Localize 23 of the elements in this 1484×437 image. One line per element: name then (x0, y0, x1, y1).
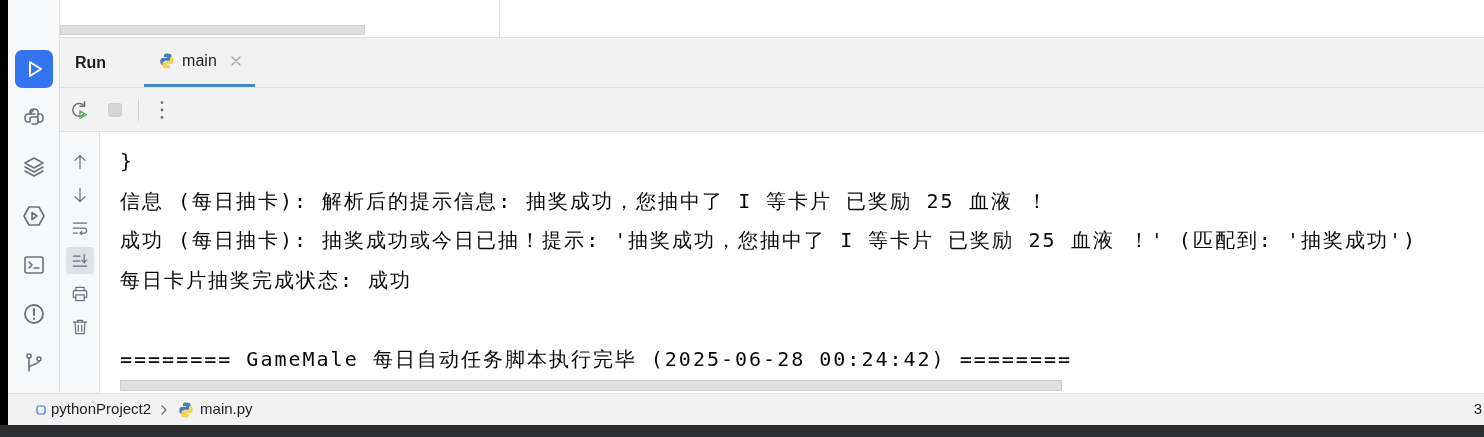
console-line: ======== GameMale 每日自动任务脚本执行完毕 (2025-06-28 00:24:42) ======== (120, 345, 1073, 373)
more-icon (160, 100, 164, 119)
sidebar-button[interactable] (14, 50, 53, 88)
scroll-end-button[interactable] (65, 247, 94, 274)
breadcrumb[interactable]: main.py (177, 398, 253, 421)
console-line: 成功 (每日抽卡): 抽奖成功或今日已抽！提示: '抽奖成功，您抽中了 I 等卡片 已奖励 25 血液 ！' (匹配到: '抽奖成功') (120, 227, 1419, 254)
close-icon[interactable] (230, 56, 241, 66)
hexagon-play-icon (21, 204, 46, 228)
python-icon (158, 52, 177, 70)
horizontal-scrollbar[interactable] (120, 380, 1062, 391)
console-line: 信息 (每日抽卡): 解析后的提示信息: 抽奖成功，您抽中了 I 等卡片 已奖励 25 血液 ！ (120, 187, 1050, 215)
breadcrumb[interactable]: pythonProject2 (36, 398, 152, 421)
layers-icon (21, 155, 46, 179)
panel-title: Run (75, 52, 107, 73)
warning-icon (21, 302, 46, 326)
console-line: 每日卡片抽奖完成状态: 成功 (120, 266, 414, 294)
terminal-icon (21, 253, 46, 277)
module-icon (36, 404, 46, 415)
horizontal-scrollbar[interactable] (60, 25, 365, 35)
tab-label: main (182, 51, 217, 71)
python-icon (177, 400, 196, 419)
console-line: } (120, 148, 136, 175)
status-text: 3 (1473, 399, 1483, 420)
